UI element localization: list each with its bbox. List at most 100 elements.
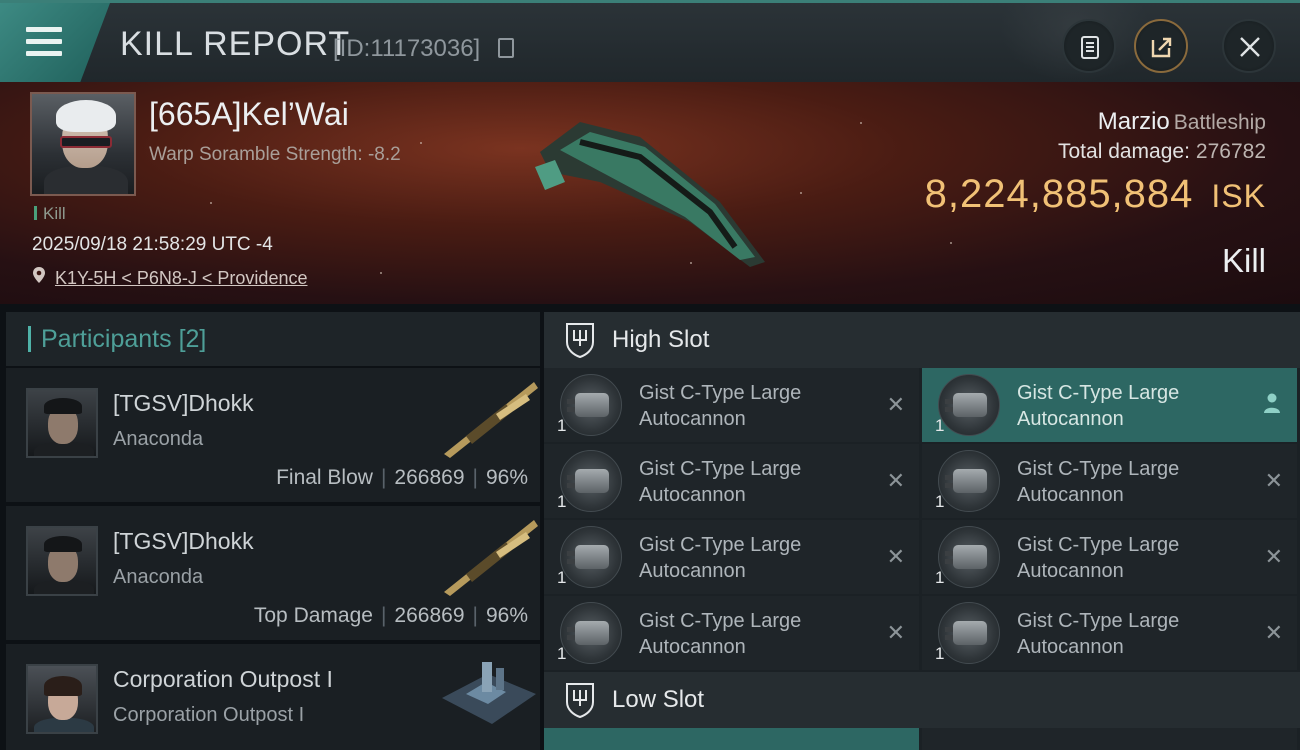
participant-ship: Corporation Outpost I [113, 704, 305, 726]
isk-amount: 8,224,885,884 [924, 172, 1194, 216]
page-title: KILL REPORT [120, 25, 351, 63]
autocannon-icon [560, 450, 622, 512]
total-damage-label: Total damage: [1058, 140, 1190, 163]
item-quantity: 1 [557, 416, 567, 435]
kill-datetime: 2025/09/18 21:58:29 UTC -4 [32, 234, 273, 255]
autocannon-icon [560, 526, 622, 588]
item-name-line1: Gist C-Type Large [639, 382, 802, 404]
item-name-line1: Gist C-Type Large [639, 458, 802, 480]
x-icon: ✕ [886, 544, 905, 569]
participant-role: Final Blow [276, 466, 373, 489]
fitting-item[interactable]: 1 Gist C-Type Large Autocannon ✕ [544, 596, 919, 670]
participant-avatar[interactable] [26, 664, 98, 734]
participant-name: [TGSV]Dhokk [113, 528, 254, 554]
item-name-line2: Autocannon [1017, 408, 1124, 430]
participant-avatar[interactable] [26, 388, 98, 458]
item-name: Gist C-Type Large Autocannon [639, 608, 859, 660]
autocannon-icon [938, 450, 1000, 512]
participant-name: Corporation Outpost I [113, 666, 333, 692]
anaconda-ship-icon [444, 520, 538, 596]
fitting-item[interactable]: 1 Gist C-Type Large Autocannon [922, 368, 1297, 442]
share-button[interactable] [1134, 19, 1188, 73]
x-icon: ✕ [886, 392, 905, 417]
item-quantity: 1 [557, 492, 567, 511]
participants-label: Participants [41, 325, 172, 353]
warp-scramble-strength: Warp Soramble Strength: -8.2 [149, 144, 401, 165]
autocannon-icon [938, 602, 1000, 664]
low-slot-header: Low Slot [544, 672, 1300, 728]
low-slot-item-partial[interactable] [544, 728, 919, 750]
item-quantity: 1 [935, 644, 945, 663]
fitting-item[interactable]: 1 Gist C-Type Large Autocannon ✕ [922, 520, 1297, 594]
item-name: Gist C-Type Large Autocannon [639, 380, 859, 432]
participant-percent: 96% [485, 604, 528, 627]
report-id: [ID:11173036] [333, 35, 481, 62]
item-name: Gist C-Type Large Autocannon [1017, 532, 1237, 584]
item-quantity: 1 [935, 492, 945, 511]
item-quantity: 1 [935, 568, 945, 587]
copy-icon[interactable] [498, 38, 514, 58]
person-icon [1264, 393, 1280, 413]
item-name-line2: Autocannon [639, 408, 746, 430]
participant-name: [TGSV]Dhokk [113, 390, 254, 416]
victim-avatar[interactable] [30, 92, 136, 196]
item-name: Gist C-Type Large Autocannon [1017, 608, 1237, 660]
kill-location-link[interactable]: K1Y-5H < P6N8-J < Providence [55, 268, 307, 289]
clipboard-button[interactable] [1062, 19, 1116, 73]
participants-count: [2] [178, 325, 207, 353]
item-name-line2: Autocannon [639, 560, 746, 582]
fitting-item[interactable]: 1 Gist C-Type Large Autocannon ✕ [544, 520, 919, 594]
participant-row[interactable]: [TGSV]Dhokk Anaconda Final Blow | 266869 | 9… [6, 368, 540, 502]
item-name-line1: Gist C-Type Large [639, 610, 802, 632]
victim-banner: [665A]Kel’Wai Warp Soramble Strength: -8… [0, 82, 1300, 304]
item-name-line2: Autocannon [1017, 560, 1124, 582]
item-name-line2: Autocannon [639, 484, 746, 506]
fitting-item[interactable]: 1 Gist C-Type Large Autocannon ✕ [544, 368, 919, 442]
participants-panel: Participants [2] [TGSV]Dhokk Anaconda Fi… [6, 312, 540, 750]
outpost-structure-icon [442, 662, 536, 724]
victim-name[interactable]: [665A]Kel’Wai [149, 96, 349, 133]
fitting-item[interactable]: 1 Gist C-Type Large Autocannon ✕ [922, 444, 1297, 518]
item-name-line1: Gist C-Type Large [1017, 382, 1180, 404]
x-icon: ✕ [1264, 468, 1283, 493]
high-slot-header: High Slot [544, 312, 1300, 368]
participant-row[interactable]: [TGSV]Dhokk Anaconda Top Damage | 266869 | 9… [6, 506, 540, 640]
fitting-panel: High Slot 1 Gist C-Type Large Autocannon … [544, 312, 1300, 750]
participant-damage: 266869 [394, 466, 465, 489]
item-quantity: 1 [557, 568, 567, 587]
top-bar: KILL REPORT [ID:11173036] [0, 0, 1300, 85]
item-name: Gist C-Type Large Autocannon [1017, 380, 1237, 432]
autocannon-icon [560, 602, 622, 664]
total-damage: Total damage: 276782 [1058, 140, 1266, 164]
participant-stats: Final Blow | 266869 | 96% [276, 466, 528, 489]
kill-tag: Kill [34, 204, 66, 224]
isk-value: 8,224,885,884 ISK [925, 172, 1266, 217]
participant-role: Top Damage [253, 604, 373, 627]
fitting-item[interactable]: 1 Gist C-Type Large Autocannon ✕ [544, 444, 919, 518]
ship-name-text: Marzio [1097, 108, 1170, 135]
item-name-line1: Gist C-Type Large [1017, 610, 1180, 632]
menu-button[interactable] [0, 3, 110, 85]
victim-ship-render [535, 122, 765, 267]
participant-avatar[interactable] [26, 526, 98, 596]
x-icon: ✕ [1264, 620, 1283, 645]
ship-class-text: Battleship [1173, 111, 1266, 134]
item-name-line2: Autocannon [639, 636, 746, 658]
item-name-line2: Autocannon [1017, 484, 1124, 506]
low-slot-item-partial[interactable] [922, 728, 1297, 750]
item-quantity: 1 [935, 416, 945, 435]
participants-header: Participants [2] [6, 312, 540, 366]
fitting-item[interactable]: 1 Gist C-Type Large Autocannon ✕ [922, 596, 1297, 670]
total-damage-value: 276782 [1195, 140, 1266, 163]
participants-title: Participants [2] [41, 325, 206, 354]
participant-row[interactable]: Corporation Outpost I Corporation Outpos… [6, 644, 540, 750]
item-name: Gist C-Type Large Autocannon [1017, 456, 1237, 508]
autocannon-icon [938, 374, 1000, 436]
item-name-line1: Gist C-Type Large [1017, 534, 1180, 556]
x-icon: ✕ [1264, 544, 1283, 569]
close-button[interactable] [1222, 19, 1276, 73]
x-icon: ✕ [886, 468, 905, 493]
x-icon: ✕ [886, 620, 905, 645]
location-pin-icon [33, 267, 45, 283]
participant-ship: Anaconda [113, 566, 204, 588]
